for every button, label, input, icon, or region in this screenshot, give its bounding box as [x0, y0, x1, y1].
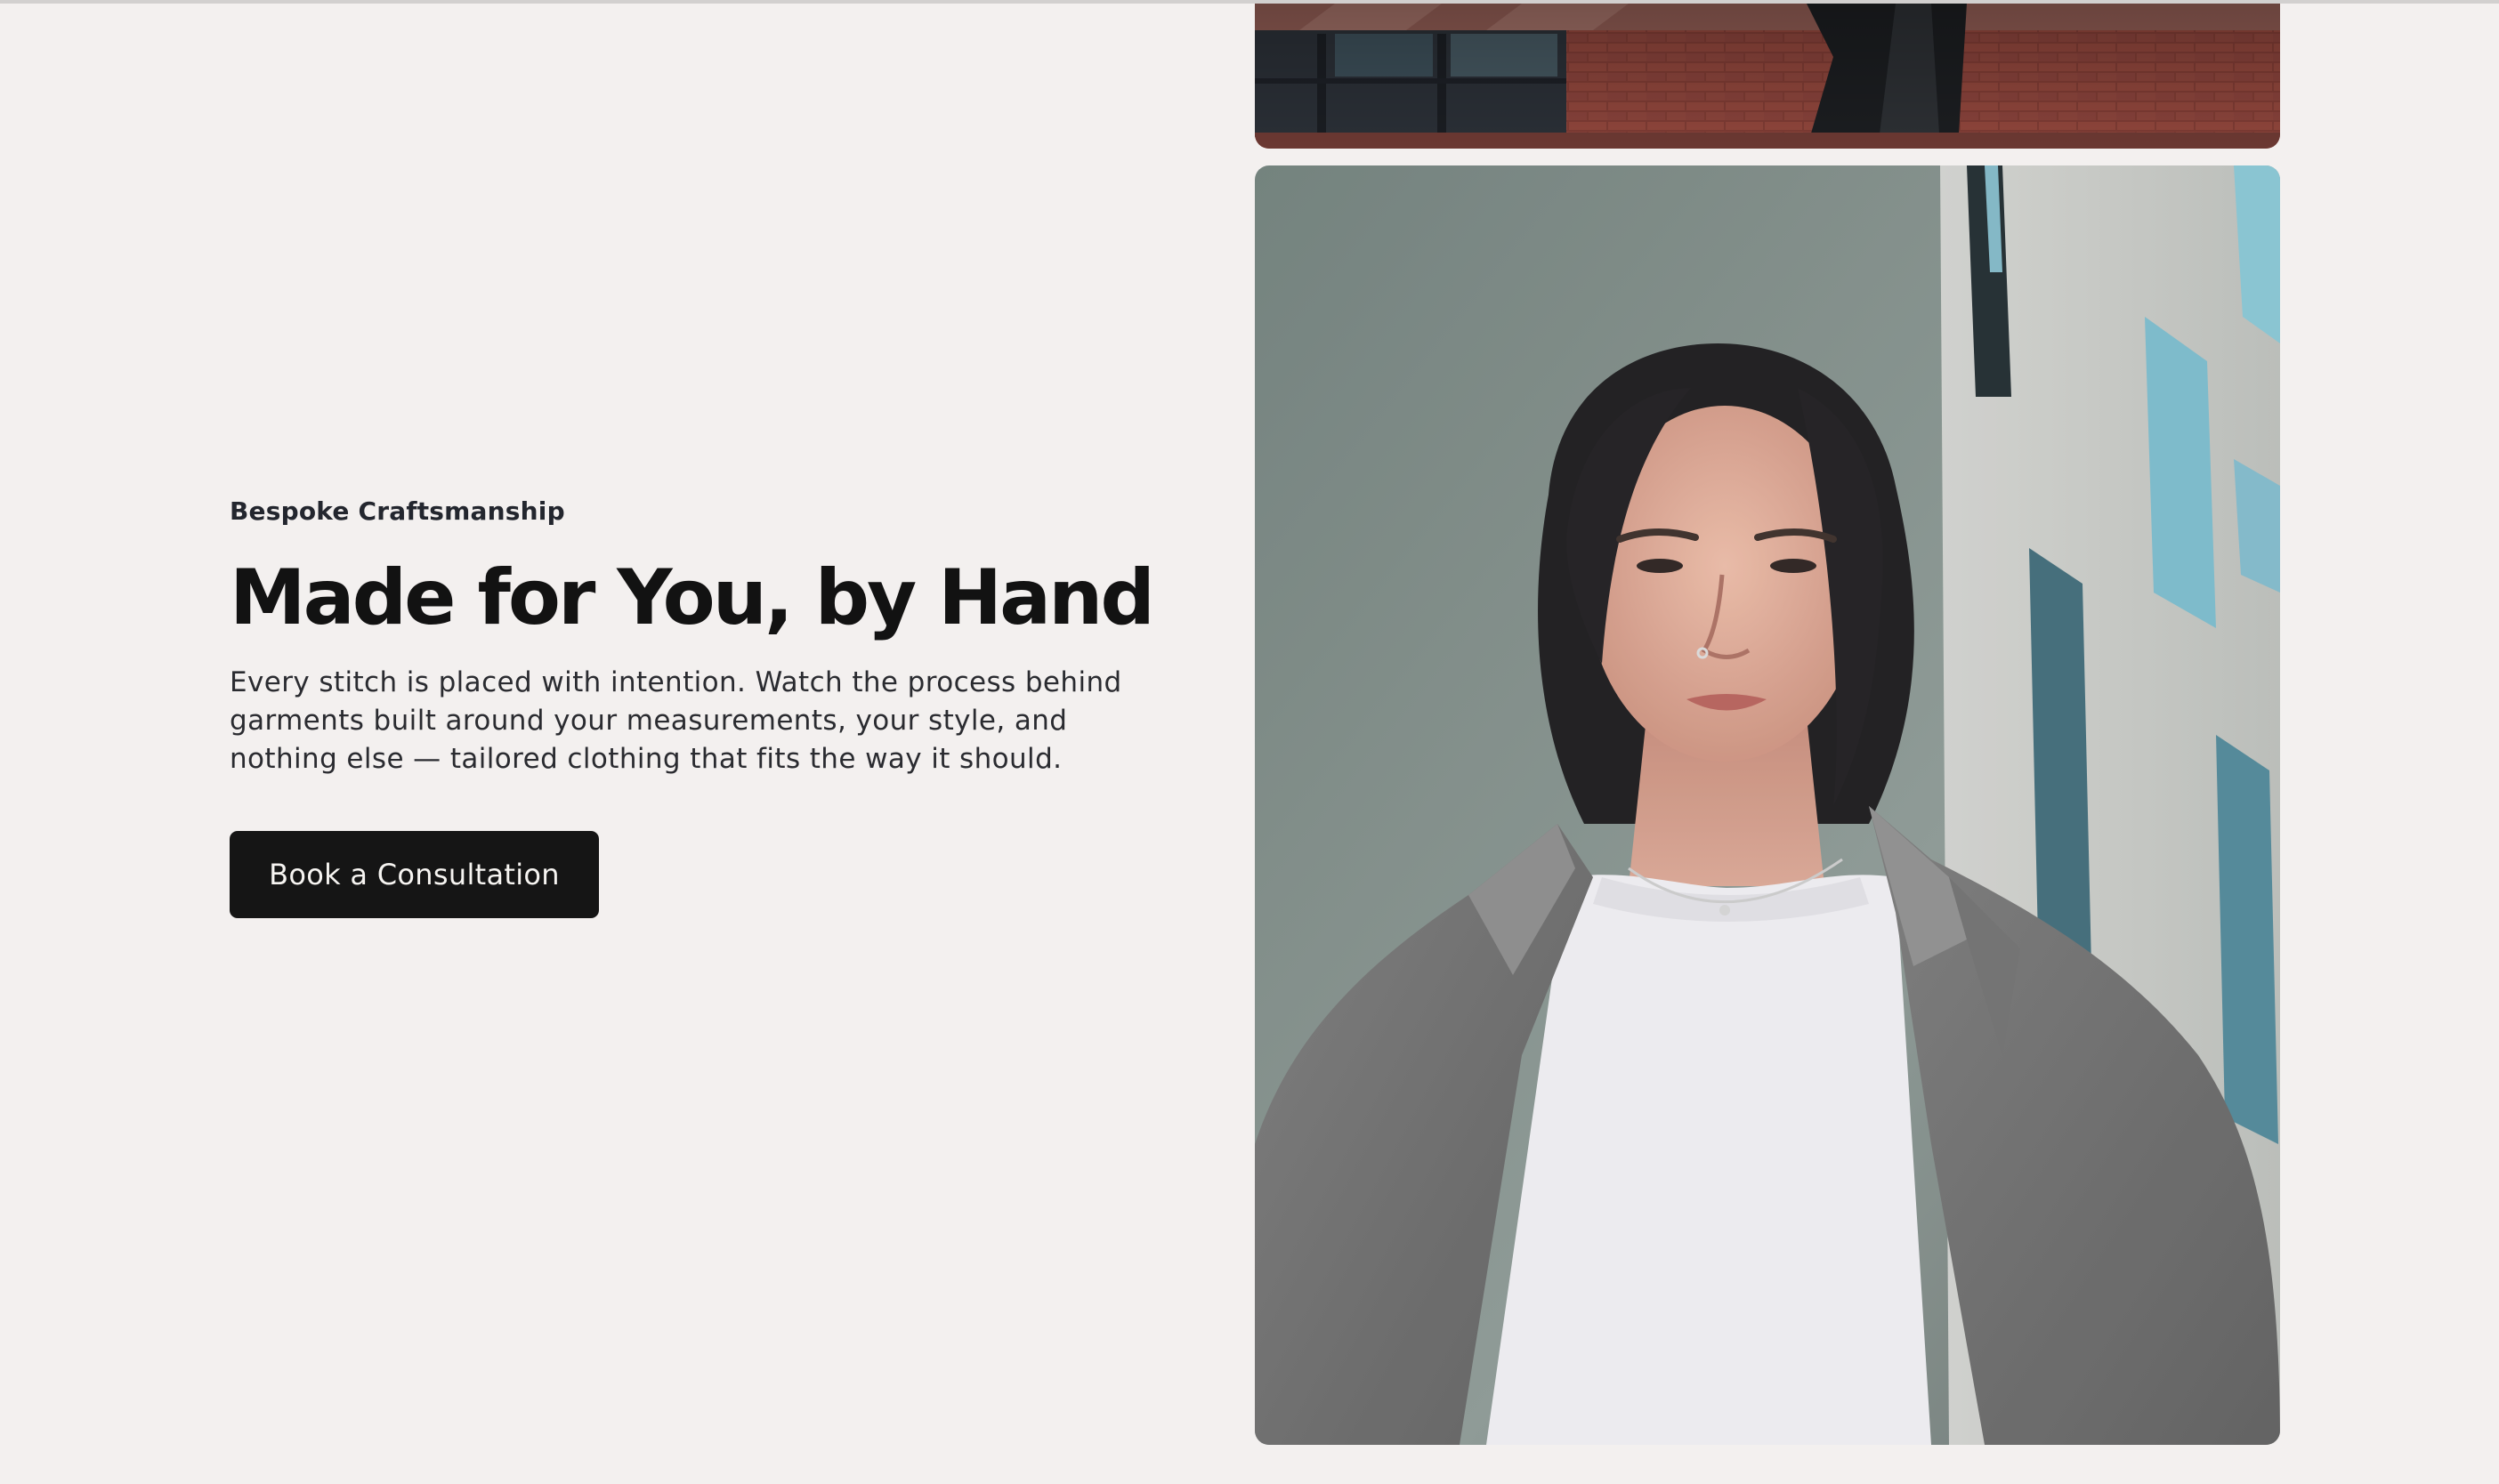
hero-text-block: Bespoke Craftsmanship Made for You, by H… [230, 495, 1173, 778]
hero-title: Made for You, by Hand [230, 553, 1155, 642]
hero-eyebrow: Bespoke Craftsmanship [230, 496, 565, 526]
portrait-photo [1255, 165, 2280, 1445]
building-detail-photo [1255, 4, 2280, 149]
book-consultation-button[interactable]: Book a Consultation [230, 831, 599, 918]
hero-description: Every stitch is placed with intention. W… [230, 666, 1122, 775]
